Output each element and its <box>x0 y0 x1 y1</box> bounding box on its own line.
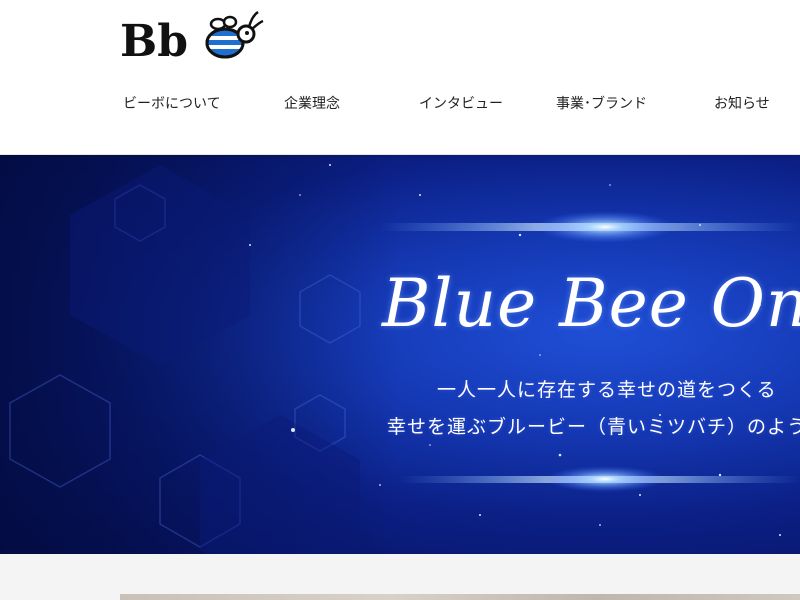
site-header: Bb ビーボについて 企業理念 インタビュー 事業･ブランド お知らせ <box>0 0 800 155</box>
nav-item-about[interactable]: ビーボについて <box>123 92 221 116</box>
nav-item-news[interactable]: お知らせ <box>714 92 770 116</box>
bee-icon <box>205 10 264 59</box>
svg-text:Bb: Bb <box>120 16 188 64</box>
hero-background <box>0 155 800 554</box>
content-section <box>0 554 800 600</box>
nav-item-interview[interactable]: インタビュー <box>419 92 503 116</box>
hero-tagline-2: 幸せを運ぶブルービー（青いミツバチ）のように <box>387 416 800 438</box>
hero-banner: Blue Bee One 一人一人に存在する幸せの道をつくる 幸せを運ぶブルービ… <box>0 155 800 554</box>
nav-item-brands[interactable]: 事業･ブランド <box>556 92 647 116</box>
brand-logo[interactable]: Bb <box>120 8 265 64</box>
nav-item-philosophy[interactable]: 企業理念 <box>284 92 340 116</box>
main-nav: ビーボについて 企業理念 インタビュー 事業･ブランド お知らせ <box>0 92 800 118</box>
hero-title: Blue Bee One <box>382 265 800 342</box>
hero-tagline-1: 一人一人に存在する幸せの道をつくる <box>437 379 777 401</box>
content-image <box>120 594 800 600</box>
